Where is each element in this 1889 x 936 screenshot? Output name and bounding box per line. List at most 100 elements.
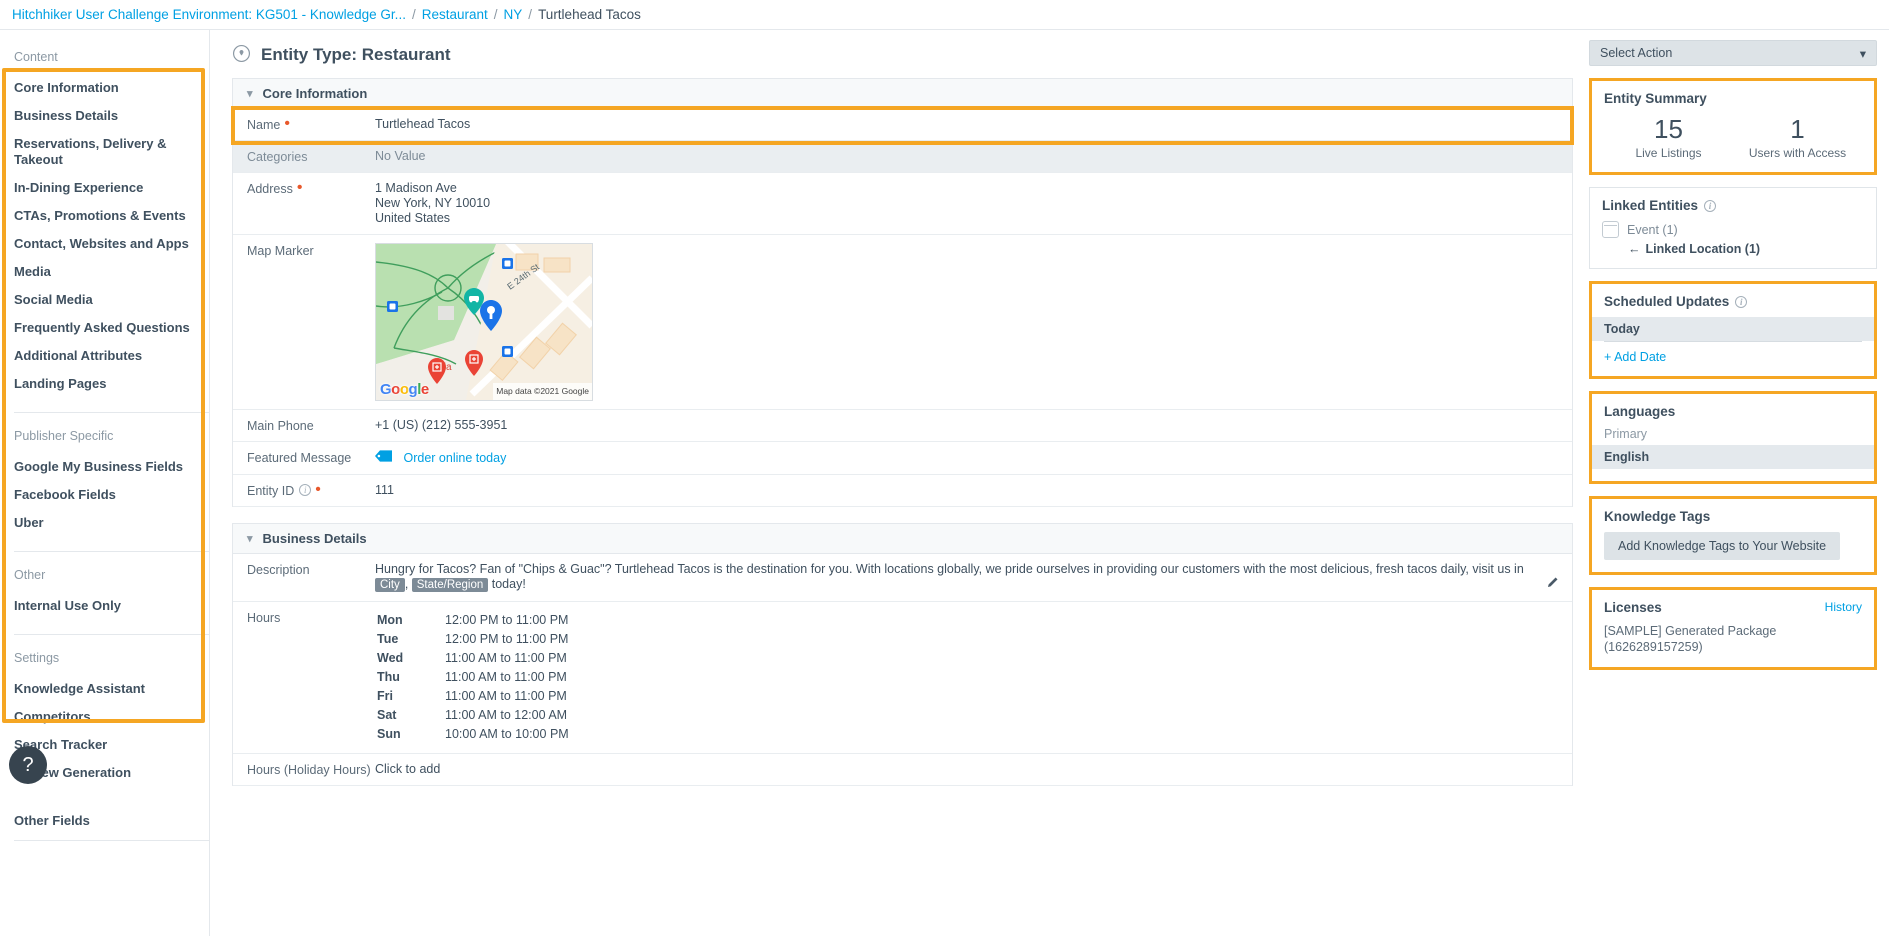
panel-header-core-information[interactable]: ▾ Core Information — [233, 79, 1572, 109]
select-action-dropdown[interactable]: Select Action ▾ — [1589, 40, 1877, 66]
page-title: Entity Type: Restaurant — [261, 45, 451, 64]
panel-business-details: ▾ Business Details Description Hungry fo… — [232, 523, 1573, 786]
field-value-main-phone: +1 (US) (212) 555-3951 — [375, 418, 508, 432]
breadcrumb-separator: / — [411, 7, 416, 22]
sidebar-item-business-details[interactable]: Business Details — [0, 102, 209, 130]
row-name-wrapper: Name • Turtlehead Tacos — [231, 106, 1574, 145]
panel-title-business-details: Business Details — [262, 531, 367, 546]
sidebar-item-google-my-business-fields[interactable]: Google My Business Fields — [0, 453, 209, 481]
info-icon[interactable]: i — [1704, 199, 1717, 212]
chevron-down-icon: ▾ — [247, 533, 253, 545]
hours-row: Fri 11:00 AM to 11:00 PM — [377, 688, 569, 705]
panel-title-core-information: Core Information — [262, 86, 368, 101]
chevron-down-icon: ▾ — [247, 88, 253, 100]
map-graphic: E 24th St Tia — [376, 244, 592, 400]
sidebar-bottom-section: Other Fields — [0, 803, 209, 841]
licenses-history-link[interactable]: History — [1825, 600, 1862, 614]
stat-label: Users with Access — [1748, 146, 1847, 160]
map-attribution: Map data ©2021 Google — [493, 383, 592, 400]
table-row[interactable]: Categories No Value — [233, 141, 1572, 173]
hours-table: Mon 12:00 PM to 11:00 PM Tue 12:00 PM to 1… — [375, 610, 571, 745]
table-row[interactable]: Hours (Holiday Hours) Click to add — [233, 754, 1572, 786]
info-icon[interactable]: i — [299, 484, 312, 496]
hours-day: Tue — [377, 632, 399, 646]
description-token-state-region: State/Region — [411, 578, 489, 592]
calendar-icon — [1602, 221, 1619, 238]
description-token-city: City — [375, 578, 405, 592]
sidebar-group-label-content: Content — [14, 50, 58, 64]
panel-header-business-details[interactable]: ▾ Business Details — [233, 524, 1572, 554]
sidebar-item-additional-attributes[interactable]: Additional Attributes — [0, 342, 209, 370]
hours-time: 12:00 PM to 11:00 PM — [445, 613, 569, 627]
sidebar-item-competitors[interactable]: Competitors — [0, 703, 209, 731]
sidebar-item-internal-use-only[interactable]: Internal Use Only — [0, 592, 209, 620]
field-value-hours: Mon 12:00 PM to 11:00 PM Tue 12:00 PM to 1… — [375, 610, 1572, 745]
sidebar-item-contact-websites-apps[interactable]: Contact, Websites and Apps — [0, 230, 209, 258]
linked-location-link[interactable]: ← Linked Location (1) — [1628, 242, 1864, 256]
field-label-featured-message: Featured Message — [247, 451, 352, 465]
sidebar-item-in-dining-experience[interactable]: In-Dining Experience — [0, 174, 209, 202]
add-knowledge-tags-button[interactable]: Add Knowledge Tags to Your Website — [1604, 532, 1841, 560]
address-line-1: 1 Madison Ave — [375, 181, 457, 195]
table-row[interactable]: Description Hungry for Tacos? Fan of "Ch… — [233, 554, 1572, 602]
featured-message-link[interactable]: Order online today — [403, 451, 506, 465]
card-licenses: History Licenses [SAMPLE] Generated Pack… — [1589, 587, 1877, 670]
edit-pencil-icon[interactable] — [1547, 577, 1558, 593]
hours-day: Sat — [377, 708, 397, 722]
sidebar-item-reservations-delivery-takeout[interactable]: Reservations, Delivery & Takeout — [0, 130, 209, 174]
sidebar-item-frequently-asked-questions[interactable]: Frequently Asked Questions — [0, 314, 209, 342]
table-row[interactable]: Name • Turtlehead Tacos — [233, 109, 1572, 141]
field-label-entity-id: Entity ID i • — [233, 482, 375, 499]
license-package-text: [SAMPLE] Generated Package (162628915725… — [1604, 624, 1777, 654]
info-icon[interactable]: i — [1735, 295, 1748, 308]
field-value-holiday-hours[interactable]: Click to add — [375, 762, 1572, 777]
breadcrumb-root-link[interactable]: Hitchhiker User Challenge Environment: K… — [12, 7, 406, 22]
hours-row: Thu 11:00 AM to 11:00 PM — [377, 669, 569, 686]
table-row[interactable]: Main Phone +1 (US) (212) 555-3951 — [233, 410, 1572, 442]
field-label-categories: Categories — [247, 150, 308, 164]
stat-label: Live Listings — [1635, 146, 1702, 160]
sidebar-item-uber[interactable]: Uber — [0, 509, 209, 537]
stat-live-listings: 15 Live Listings — [1604, 114, 1733, 160]
sidebar-item-facebook-fields[interactable]: Facebook Fields — [0, 481, 209, 509]
stat-users-with-access: 1 Users with Access — [1733, 114, 1862, 160]
breadcrumb-link-ny[interactable]: NY — [504, 7, 523, 22]
sidebar-item-media[interactable]: Media — [0, 258, 209, 286]
table-row[interactable]: Hours Mon 12:00 PM to 11:00 PM Tue 12:00 P… — [233, 602, 1572, 754]
sidebar-item-landing-pages[interactable]: Landing Pages — [0, 370, 209, 398]
sidebar-group-label-publisher-specific: Publisher Specific — [14, 429, 114, 443]
hours-time: 11:00 AM to 11:00 PM — [445, 689, 567, 703]
card-linked-entities: Linked Entities i Event (1) ← Linked Loca… — [1589, 187, 1877, 269]
sidebar-item-ctas-promotions-events[interactable]: CTAs, Promotions & Events — [0, 202, 209, 230]
card-title-scheduled-updates: Scheduled Updates i — [1604, 294, 1862, 309]
card-knowledge-tags: Knowledge Tags Add Knowledge Tags to You… — [1589, 496, 1877, 575]
table-row[interactable]: Address • 1 Madison Ave New York, NY 100… — [233, 173, 1572, 235]
stat-value: 1 — [1790, 114, 1805, 144]
table-row[interactable]: Featured Message Order online today — [233, 442, 1572, 475]
map-thumbnail[interactable]: E 24th St Tia — [375, 243, 593, 401]
sidebar-item-other-fields[interactable]: Other Fields — [0, 803, 209, 840]
sidebar-divider — [14, 634, 209, 635]
breadcrumb: Hitchhiker User Challenge Environment: K… — [0, 0, 1889, 30]
table-row[interactable]: Map Marker E 24th St Google Map data ©20… — [233, 235, 1572, 410]
card-title-text: Scheduled Updates — [1604, 294, 1730, 309]
field-label-name: Name • — [233, 116, 375, 133]
help-button[interactable]: ? — [9, 746, 47, 784]
hours-time: 11:00 AM to 11:00 PM — [445, 670, 567, 684]
breadcrumb-link-restaurant[interactable]: Restaurant — [422, 7, 488, 22]
address-line-3: United States — [375, 211, 451, 225]
field-label-map-marker: Map Marker — [247, 244, 314, 258]
field-value-address: 1 Madison Ave New York, NY 10010 United … — [375, 181, 1572, 226]
hours-day: Sun — [377, 727, 401, 741]
chevron-down-icon: ▾ — [1859, 46, 1866, 61]
table-row[interactable]: Entity ID i • 111 — [233, 475, 1572, 507]
sidebar-item-core-information[interactable]: Core Information — [0, 74, 209, 102]
sidebar-item-knowledge-assistant[interactable]: Knowledge Assistant — [0, 675, 209, 703]
add-date-button[interactable]: + Add Date — [1604, 342, 1862, 364]
field-label-text: Address — [247, 182, 293, 196]
field-value-map-marker: E 24th St Tia — [375, 243, 1572, 401]
right-rail: Select Action ▾ Entity Summary 15 Live L… — [1589, 30, 1889, 936]
linked-entity-event[interactable]: Event (1) — [1602, 221, 1864, 238]
sidebar-item-social-media[interactable]: Social Media — [0, 286, 209, 314]
field-label-holiday-hours: Hours (Holiday Hours) — [247, 763, 371, 777]
